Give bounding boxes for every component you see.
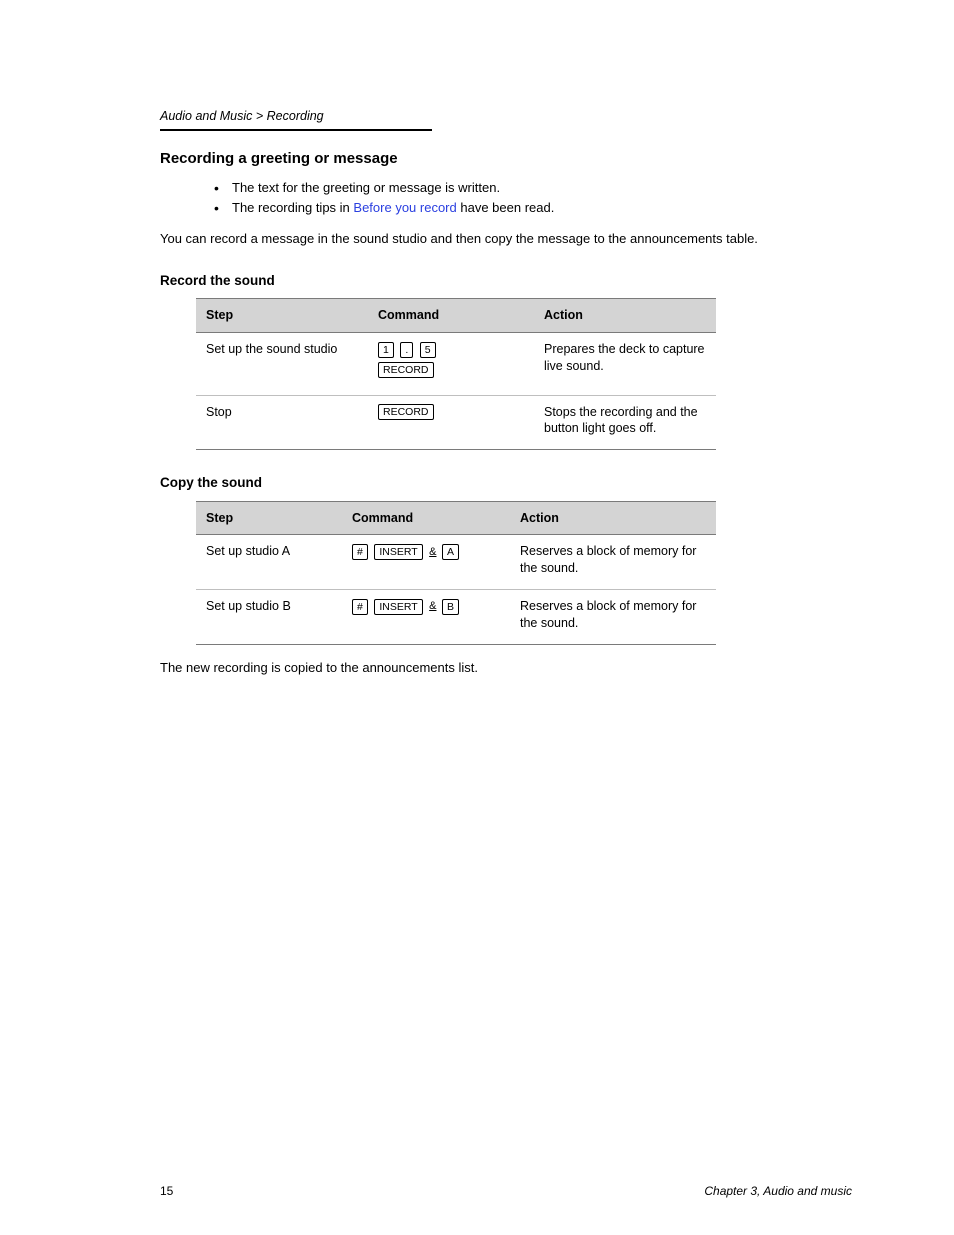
cell-command: RECORD: [368, 395, 534, 450]
command-line: RECORD: [378, 362, 524, 379]
footer-chapter: Chapter 3, Audio and music: [704, 1183, 852, 1199]
command-line: 1 . 5: [378, 341, 524, 358]
cell-action: Stops the recording and the button light…: [534, 395, 716, 450]
glyph-ampersand: &: [429, 599, 436, 614]
command-line: # INSERT & A: [352, 543, 500, 560]
list-item-text: The text for the greeting or message is …: [232, 180, 500, 195]
cell-command: # INSERT & A: [342, 535, 510, 590]
key-B: B: [442, 599, 459, 615]
cell-action: Prepares the deck to capture live sound.: [534, 332, 716, 395]
list-item: The recording tips in Before you record …: [214, 199, 852, 217]
prerequisite-list: The text for the greeting or message is …: [214, 179, 852, 216]
key-hash: #: [352, 544, 368, 560]
cell-step: Set up studio B: [196, 590, 342, 645]
section-title: Recording a greeting or message: [160, 149, 852, 169]
table-row: Set up the sound studio 1 . 5 RECORD Pre…: [196, 332, 716, 395]
procedure-table-copy: Step Command Action Set up studio A # IN…: [196, 501, 716, 645]
cell-step: Set up the sound studio: [196, 332, 368, 395]
col-header-step: Step: [196, 298, 368, 332]
table-row: Set up studio A # INSERT & A Reserves a …: [196, 535, 716, 590]
col-header-step: Step: [196, 501, 342, 535]
key-1: 1: [378, 342, 394, 358]
table-row: Stop RECORD Stops the recording and the …: [196, 395, 716, 450]
key-A: A: [442, 544, 459, 560]
key-period: .: [400, 342, 413, 358]
procedure-table-record: Step Command Action Set up the sound stu…: [196, 298, 716, 450]
procedure-heading: Record the sound: [160, 272, 852, 290]
cell-action: Reserves a block of memory for the sound…: [510, 590, 716, 645]
col-header-action: Action: [510, 501, 716, 535]
cell-command: 1 . 5 RECORD: [368, 332, 534, 395]
cell-command: # INSERT & B: [342, 590, 510, 645]
key-hash: #: [352, 599, 368, 615]
command-line: RECORD: [378, 404, 524, 421]
section-divider: [160, 129, 432, 131]
glyph-ampersand: &: [429, 545, 436, 560]
page-number: 15: [160, 1183, 173, 1199]
list-item-text: have been read.: [457, 200, 555, 215]
page: Audio and Music > Recording Recording a …: [0, 0, 954, 1235]
cell-step: Set up studio A: [196, 535, 342, 590]
intro-paragraph: You can record a message in the sound st…: [160, 230, 852, 248]
key-5: 5: [420, 342, 436, 358]
outro-paragraph: The new recording is copied to the annou…: [160, 659, 852, 677]
breadcrumb: Audio and Music > Recording: [160, 108, 852, 125]
col-header-action: Action: [534, 298, 716, 332]
col-header-command: Command: [342, 501, 510, 535]
key-insert: INSERT: [374, 544, 422, 560]
command-line: # INSERT & B: [352, 598, 500, 615]
key-record: RECORD: [378, 362, 434, 378]
page-footer: 15 Chapter 3, Audio and music: [0, 1183, 954, 1199]
col-header-command: Command: [368, 298, 534, 332]
table-header-row: Step Command Action: [196, 298, 716, 332]
list-item: The text for the greeting or message is …: [214, 179, 852, 197]
table-header-row: Step Command Action: [196, 501, 716, 535]
procedure-heading: Copy the sound: [160, 474, 852, 492]
list-item-text: The recording tips in: [232, 200, 353, 215]
cell-action: Reserves a block of memory for the sound…: [510, 535, 716, 590]
cell-step: Stop: [196, 395, 368, 450]
link-before-you-record[interactable]: Before you record: [353, 200, 456, 215]
key-insert: INSERT: [374, 599, 422, 615]
table-row: Set up studio B # INSERT & B Reserves a …: [196, 590, 716, 645]
key-record: RECORD: [378, 404, 434, 420]
